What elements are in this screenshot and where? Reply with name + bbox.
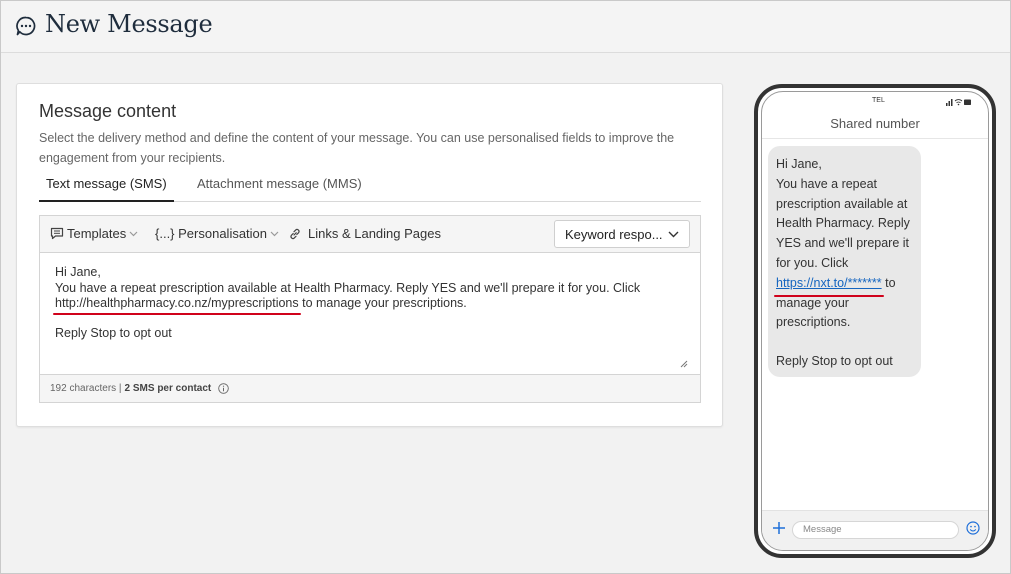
phone-message-input[interactable]: Message (792, 521, 959, 539)
message-optout: Reply Stop to opt out (55, 325, 172, 340)
bubble-link: https://nxt.to/******* (774, 274, 884, 297)
message-greeting: Hi Jane, (55, 265, 101, 279)
sms-count: 2 SMS per contact (124, 383, 212, 394)
message-editor: Templates {...} Personalisation Links & … (39, 215, 701, 403)
sms-preview-bubble: Hi Jane, You have a repeat prescription … (768, 146, 921, 377)
tab-mms[interactable]: Attachment message (MMS) (197, 174, 362, 202)
plus-icon[interactable] (772, 521, 786, 535)
link-icon (290, 228, 300, 239)
divider (762, 138, 988, 139)
phone-compose-bar: Message (762, 510, 988, 550)
character-count: 192 characters | (50, 383, 122, 394)
tab-sms[interactable]: Text message (SMS) (39, 174, 174, 202)
phone-preview: TEL Shared number Hi Jane, You have a re… (754, 84, 996, 558)
info-icon[interactable] (218, 383, 229, 394)
status-bar-icon (946, 99, 971, 106)
red-underline-annotation (774, 294, 884, 297)
bubble-link-text[interactable]: https://nxt.to/******* (776, 276, 882, 290)
message-link: http://healthpharmacy.co.nz/myprescripti… (53, 296, 301, 315)
character-count-footer: 192 characters | 2 SMS per contact (50, 383, 229, 394)
message-textarea[interactable]: Hi Jane, You have a repeat prescription … (40, 253, 700, 375)
message-link-line: http://healthpharmacy.co.nz/myprescripti… (53, 296, 685, 315)
links-label: Links & Landing Pages (308, 226, 441, 241)
chevron-down-icon (129, 231, 138, 236)
phone-screen: TEL Shared number Hi Jane, You have a re… (761, 91, 989, 551)
keyword-response-select[interactable]: Keyword respo... (554, 220, 690, 248)
editor-toolbar: Templates {...} Personalisation Links & … (40, 216, 700, 253)
message-body: You have a repeat prescription available… (55, 280, 641, 295)
card-description: Select the delivery method and define th… (39, 131, 675, 165)
bubble-optout: Reply Stop to opt out (776, 354, 893, 369)
page-title: New Message (45, 10, 213, 38)
sender-name: Shared number (830, 116, 920, 131)
bubble-body-text: You have a repeat prescription available… (776, 176, 910, 270)
chevron-down-icon (270, 231, 279, 236)
emoji-icon[interactable] (966, 521, 980, 535)
links-landing-pages-button[interactable]: Links & Landing Pages (288, 226, 441, 241)
chat-bubble-icon (16, 16, 36, 36)
templates-icon (50, 227, 64, 240)
keyword-response-label: Keyword respo... (565, 227, 663, 242)
resize-handle-icon[interactable] (679, 359, 688, 368)
templates-label: Templates (67, 226, 127, 241)
chevron-down-icon (668, 231, 679, 238)
red-underline-annotation (53, 312, 301, 315)
card-title: Message content (39, 101, 177, 121)
carrier-label: TEL (872, 97, 885, 104)
personalisation-dropdown[interactable]: {...} Personalisation (155, 226, 279, 241)
personalisation-label: {...} Personalisation (155, 226, 268, 241)
message-body-line: You have a repeat prescription available… (55, 281, 685, 297)
templates-dropdown[interactable]: Templates (50, 226, 138, 241)
message-type-tabs: Text message (SMS) Attachment message (M… (39, 174, 701, 202)
page-header: New Message (1, 1, 1010, 53)
message-after-link: to manage your prescriptions. (298, 296, 467, 310)
message-link-text: http://healthpharmacy.co.nz/myprescripti… (55, 296, 299, 310)
bubble-greeting: Hi Jane, (776, 157, 822, 171)
message-content-card: Message content Select the delivery meth… (16, 83, 723, 427)
bubble-body: You have a repeat prescription available… (774, 175, 913, 333)
